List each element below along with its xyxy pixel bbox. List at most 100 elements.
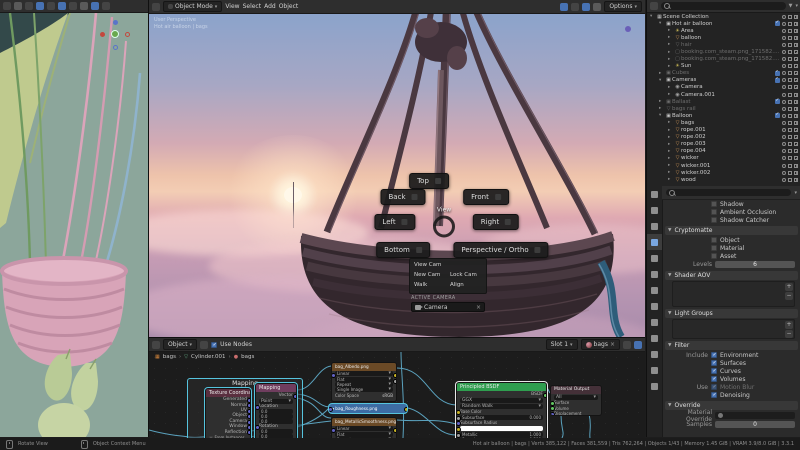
pie-view-right[interactable]: Right	[473, 214, 519, 230]
disable-render-icon[interactable]	[794, 71, 798, 75]
hide-icon[interactable]	[782, 128, 786, 132]
light-groups-list[interactable]: +−	[672, 319, 795, 339]
outliner-row[interactable]: ▸▽wicker.001	[647, 162, 800, 169]
disable-viewport-icon[interactable]	[788, 36, 792, 40]
properties-tab-object[interactable]	[647, 282, 662, 298]
disable-viewport-icon[interactable]	[788, 15, 792, 19]
hide-icon[interactable]	[782, 36, 786, 40]
breadcrumb-mesh[interactable]: Cylinder.001	[191, 354, 226, 360]
checkbox[interactable]	[711, 237, 717, 243]
properties-tab-render[interactable]	[647, 202, 662, 218]
clear-camera-icon[interactable]: ×	[476, 304, 481, 311]
hide-icon[interactable]	[782, 57, 786, 61]
node-mapping[interactable]: Mapping Vector Point▾ Location0.00.00.0R…	[255, 383, 297, 438]
disable-viewport-icon[interactable]	[788, 156, 792, 160]
vector-value-field[interactable]: 0.0	[259, 434, 293, 438]
collection-checkbox[interactable]	[775, 71, 780, 76]
disable-render-icon[interactable]	[794, 93, 798, 97]
outliner-row[interactable]: ▾▦Scene Collection	[647, 13, 800, 20]
outliner-row[interactable]: ▸▽wood	[647, 176, 800, 183]
hide-icon[interactable]	[782, 15, 786, 19]
outliner-row[interactable]: ▸▢booking.com_steam.png_171582.063	[647, 56, 800, 63]
disable-viewport-icon[interactable]	[788, 50, 792, 54]
hide-icon[interactable]	[782, 114, 786, 118]
disable-viewport-icon[interactable]	[788, 22, 792, 26]
value-field[interactable]: Specular0.500	[460, 437, 543, 438]
slot-dropdown[interactable]: Slot 1▾	[546, 339, 578, 350]
node-material-output[interactable]: Material Output All▾ SurfaceVolumeDispla…	[550, 385, 602, 416]
pie-view-persp-ortho[interactable]: Perspective / Ortho	[453, 242, 548, 258]
section-cryptomatte[interactable]: ▼Cryptomatte	[665, 226, 798, 235]
menu-object[interactable]: Object	[279, 3, 299, 10]
checkbox[interactable]	[711, 201, 717, 207]
snap-toggle-icon[interactable]	[36, 2, 44, 10]
hide-icon[interactable]	[782, 142, 786, 146]
pie-view-back[interactable]: Back	[381, 189, 426, 205]
disable-viewport-icon[interactable]	[788, 149, 792, 153]
disable-viewport-icon[interactable]	[788, 121, 792, 125]
disable-render-icon[interactable]	[794, 107, 798, 111]
menu-view[interactable]: View	[225, 3, 239, 10]
properties-filter-icon[interactable]: ▾	[794, 190, 797, 196]
collection-checkbox[interactable]	[775, 99, 780, 104]
disable-viewport-icon[interactable]	[788, 43, 792, 47]
pie-view-top[interactable]: Top	[409, 173, 449, 189]
pie-panel-item-lock-cam[interactable]: Lock Cam	[450, 272, 477, 278]
outliner-row[interactable]: ▾▣Balloon	[647, 112, 800, 119]
gizmo-x-axis-neg[interactable]	[125, 32, 130, 37]
shading-rendered-icon[interactable]	[102, 2, 110, 10]
disable-render-icon[interactable]	[794, 135, 798, 139]
hide-icon[interactable]	[782, 121, 786, 125]
color-space-value[interactable]: sRGB	[382, 393, 393, 398]
viewport-3d-left[interactable]	[0, 0, 149, 437]
node-principled-bsdf[interactable]: Principled BSDF BSDF GGX▾Random Walk▾Bas…	[456, 382, 547, 438]
add-aov-button[interactable]: +	[785, 283, 793, 291]
mode-icon[interactable]	[14, 2, 22, 10]
node-image-texture-roughness-collapsed[interactable]: ▾ bag_Roughness.png	[329, 404, 407, 413]
outliner-search-input[interactable]	[661, 2, 786, 10]
checkbox[interactable]	[711, 253, 717, 259]
pin-icon[interactable]	[200, 341, 208, 349]
breadcrumb-object[interactable]: bags	[163, 354, 176, 360]
disable-viewport-icon[interactable]	[788, 71, 792, 75]
input-socket[interactable]	[550, 412, 555, 416]
hide-icon[interactable]	[782, 164, 786, 168]
disable-viewport-icon[interactable]	[788, 107, 792, 111]
mode-dropdown[interactable]: Object Mode▾	[163, 1, 222, 12]
material-override-field[interactable]	[715, 412, 795, 419]
properties-tab-modifiers[interactable]	[647, 298, 662, 314]
disable-render-icon[interactable]	[794, 22, 798, 26]
disable-render-icon[interactable]	[794, 149, 798, 153]
hide-icon[interactable]	[782, 29, 786, 33]
options-dropdown[interactable]: Options▾	[604, 1, 642, 12]
pie-panel-item-new-cam[interactable]: New Cam	[414, 272, 440, 278]
editor-type-icon[interactable]	[152, 3, 160, 11]
gizmo-y-axis[interactable]	[111, 30, 119, 38]
checkbox[interactable]	[711, 217, 717, 223]
editor-type-icon[interactable]	[650, 2, 658, 10]
value-field[interactable]: Subsurface0.000	[460, 415, 543, 420]
disable-viewport-icon[interactable]	[788, 93, 792, 97]
properties-tab-tool[interactable]	[647, 186, 662, 202]
hide-icon[interactable]	[782, 107, 786, 111]
checkbox[interactable]	[711, 368, 717, 374]
disable-viewport-icon[interactable]	[788, 178, 792, 182]
hide-icon[interactable]	[782, 85, 786, 89]
properties-tab-view-layer[interactable]	[647, 234, 662, 250]
disable-render-icon[interactable]	[794, 178, 798, 182]
hide-icon[interactable]	[782, 64, 786, 68]
section-shader-aov[interactable]: ▼Shader AOV	[665, 271, 798, 280]
shader-aov-list[interactable]: +−	[672, 281, 795, 307]
outliner-row[interactable]: ▸☀Sun	[647, 63, 800, 70]
xray-icon[interactable]	[80, 2, 88, 10]
collection-checkbox[interactable]	[775, 78, 780, 83]
dropdown-field[interactable]: Random Walk▾	[460, 404, 543, 409]
dropdown-field[interactable]: GGX▾	[460, 398, 543, 403]
properties-tab-output[interactable]	[647, 218, 662, 234]
pie-panel-item-view-cam[interactable]: View Cam	[414, 262, 441, 268]
rendered-view[interactable]: User Perspective Hot air balloon | bags	[149, 14, 645, 337]
shader-type-dropdown[interactable]: Object▾	[163, 339, 197, 350]
disable-viewport-icon[interactable]	[788, 142, 792, 146]
hide-icon[interactable]	[782, 178, 786, 182]
disable-render-icon[interactable]	[794, 43, 798, 47]
